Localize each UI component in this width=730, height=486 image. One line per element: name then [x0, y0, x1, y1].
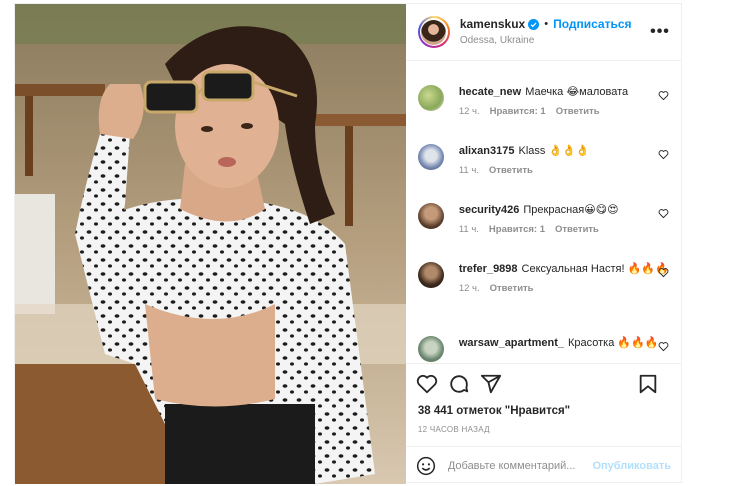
reply-button[interactable]: Ответить — [490, 283, 534, 294]
avatar-image — [421, 19, 447, 45]
comment-time[interactable]: 12 ч. — [459, 106, 480, 117]
reply-button[interactable]: Ответить — [489, 165, 533, 176]
comment-meta: 12 ч. Нравится: 1 Ответить — [459, 106, 671, 119]
author-info: kamenskux • Подписаться Odessa, Ukraine — [460, 17, 649, 46]
comment-body: security426 Прекрасная😀😋😍 11 ч. Нравится: … — [459, 203, 671, 237]
comment-text: Маечка 😂маловата — [525, 86, 629, 98]
likes-count[interactable]: 38 441 отметок "Нравится" — [406, 403, 681, 423]
comment-avatar[interactable] — [417, 203, 444, 229]
add-comment-bar: Опубликовать — [405, 446, 681, 484]
share-icon[interactable] — [480, 373, 502, 395]
heart-icon[interactable] — [416, 373, 438, 395]
comment-text: Прекрасная😀😋😍 — [523, 204, 619, 216]
follow-button[interactable]: Подписаться — [553, 17, 631, 31]
comment-icon[interactable] — [448, 373, 470, 395]
comment-text: Красотка 🔥🔥🔥 — [568, 337, 659, 349]
bookmark-icon[interactable] — [637, 373, 659, 395]
post-header: kamenskux • Подписаться Odessa, Ukraine … — [405, 4, 681, 61]
comment-time[interactable]: 11 ч. — [459, 224, 479, 235]
like-comment-heart-icon[interactable] — [658, 90, 669, 101]
comment-meta: 11 ч. Ответить — [459, 165, 671, 178]
author-username[interactable]: kamenskux — [460, 17, 525, 31]
comment-username[interactable]: hecate_new — [459, 86, 521, 98]
comment-text-row: alixan3175 Klass 👌👌👌 — [459, 144, 671, 159]
author-row: kamenskux • Подписаться — [460, 17, 649, 31]
author-avatar[interactable] — [417, 16, 450, 48]
emoji-icon[interactable] — [416, 456, 436, 476]
comment-text-row: warsaw_apartment_ Красотка 🔥🔥🔥 — [459, 336, 671, 351]
comments-list[interactable]: hecate_new Маечка 😂маловата 12 ч. Нравится… — [406, 61, 681, 363]
comment-avatar[interactable] — [417, 336, 444, 362]
comment-username[interactable]: trefer_9898 — [459, 263, 518, 275]
comment-text-row: hecate_new Маечка 😂маловата — [459, 85, 671, 100]
comment-time[interactable]: 11 ч. — [459, 165, 479, 176]
comment-meta: 11 ч. Нравится: 1 Ответить — [459, 224, 671, 237]
post-age[interactable]: 12 ЧАСОВ НАЗАД — [406, 423, 681, 446]
like-comment-heart-icon[interactable] — [658, 149, 669, 160]
comment-meta: 12 ч. Ответить — [459, 283, 671, 296]
publish-button[interactable]: Опубликовать — [592, 460, 671, 472]
header-separator: • — [544, 17, 549, 30]
comment-item: hecate_new Маечка 😂маловата 12 ч. Нравится… — [406, 85, 681, 119]
comment-item: warsaw_apartment_ Красотка 🔥🔥🔥 — [406, 336, 681, 362]
comment-item: alixan3175 Klass 👌👌👌 11 ч. Ответить — [406, 144, 681, 178]
comment-avatar[interactable] — [417, 262, 444, 288]
comment-likes[interactable]: Нравится: 1 — [489, 224, 545, 235]
comment-body: warsaw_apartment_ Красотка 🔥🔥🔥 — [459, 336, 671, 362]
comment-username[interactable]: warsaw_apartment_ — [459, 337, 564, 349]
comment-text-row: security426 Прекрасная😀😋😍 — [459, 203, 671, 218]
reply-button[interactable]: Ответить — [555, 224, 599, 235]
comment-text-row: trefer_9898 Сексуальная Настя! 🔥🔥🔥 — [459, 262, 671, 277]
comment-item: security426 Прекрасная😀😋😍 11 ч. Нравится: … — [406, 203, 681, 237]
photo-illustration — [15, 4, 406, 484]
comment-body: alixan3175 Klass 👌👌👌 11 ч. Ответить — [459, 144, 671, 178]
like-comment-heart-icon[interactable] — [658, 208, 669, 219]
post-actions-bar — [405, 363, 681, 403]
comment-text: Klass 👌👌👌 — [518, 145, 590, 157]
post-photo[interactable] — [15, 4, 406, 484]
comment-item: trefer_9898 Сексуальная Настя! 🔥🔥🔥 12 ч. О… — [406, 262, 681, 296]
comment-input[interactable] — [447, 459, 593, 472]
comment-body: trefer_9898 Сексуальная Настя! 🔥🔥🔥 12 ч. О… — [459, 262, 671, 296]
post-location[interactable]: Odessa, Ukraine — [460, 35, 649, 47]
comment-username[interactable]: security426 — [459, 204, 520, 216]
verified-badge-icon — [528, 18, 540, 30]
comment-avatar[interactable] — [417, 144, 444, 170]
reply-button[interactable]: Ответить — [556, 106, 600, 117]
comment-time[interactable]: 12 ч. — [459, 283, 480, 294]
more-horizontal-icon[interactable]: ••• — [649, 23, 671, 41]
instagram-post: kamenskux • Подписаться Odessa, Ukraine … — [14, 3, 682, 484]
comment-username[interactable]: alixan3175 — [459, 145, 515, 157]
comment-likes[interactable]: Нравится: 1 — [490, 106, 546, 117]
post-side-panel: kamenskux • Подписаться Odessa, Ukraine … — [405, 4, 681, 484]
comment-text: Сексуальная Настя! 🔥🔥🔥 — [521, 263, 669, 275]
like-comment-heart-icon[interactable] — [658, 341, 669, 352]
comment-body: hecate_new Маечка 😂маловата 12 ч. Нравится… — [459, 85, 671, 119]
like-comment-heart-icon[interactable] — [658, 267, 669, 278]
avatar-border — [419, 18, 448, 46]
comment-avatar[interactable] — [417, 85, 444, 111]
